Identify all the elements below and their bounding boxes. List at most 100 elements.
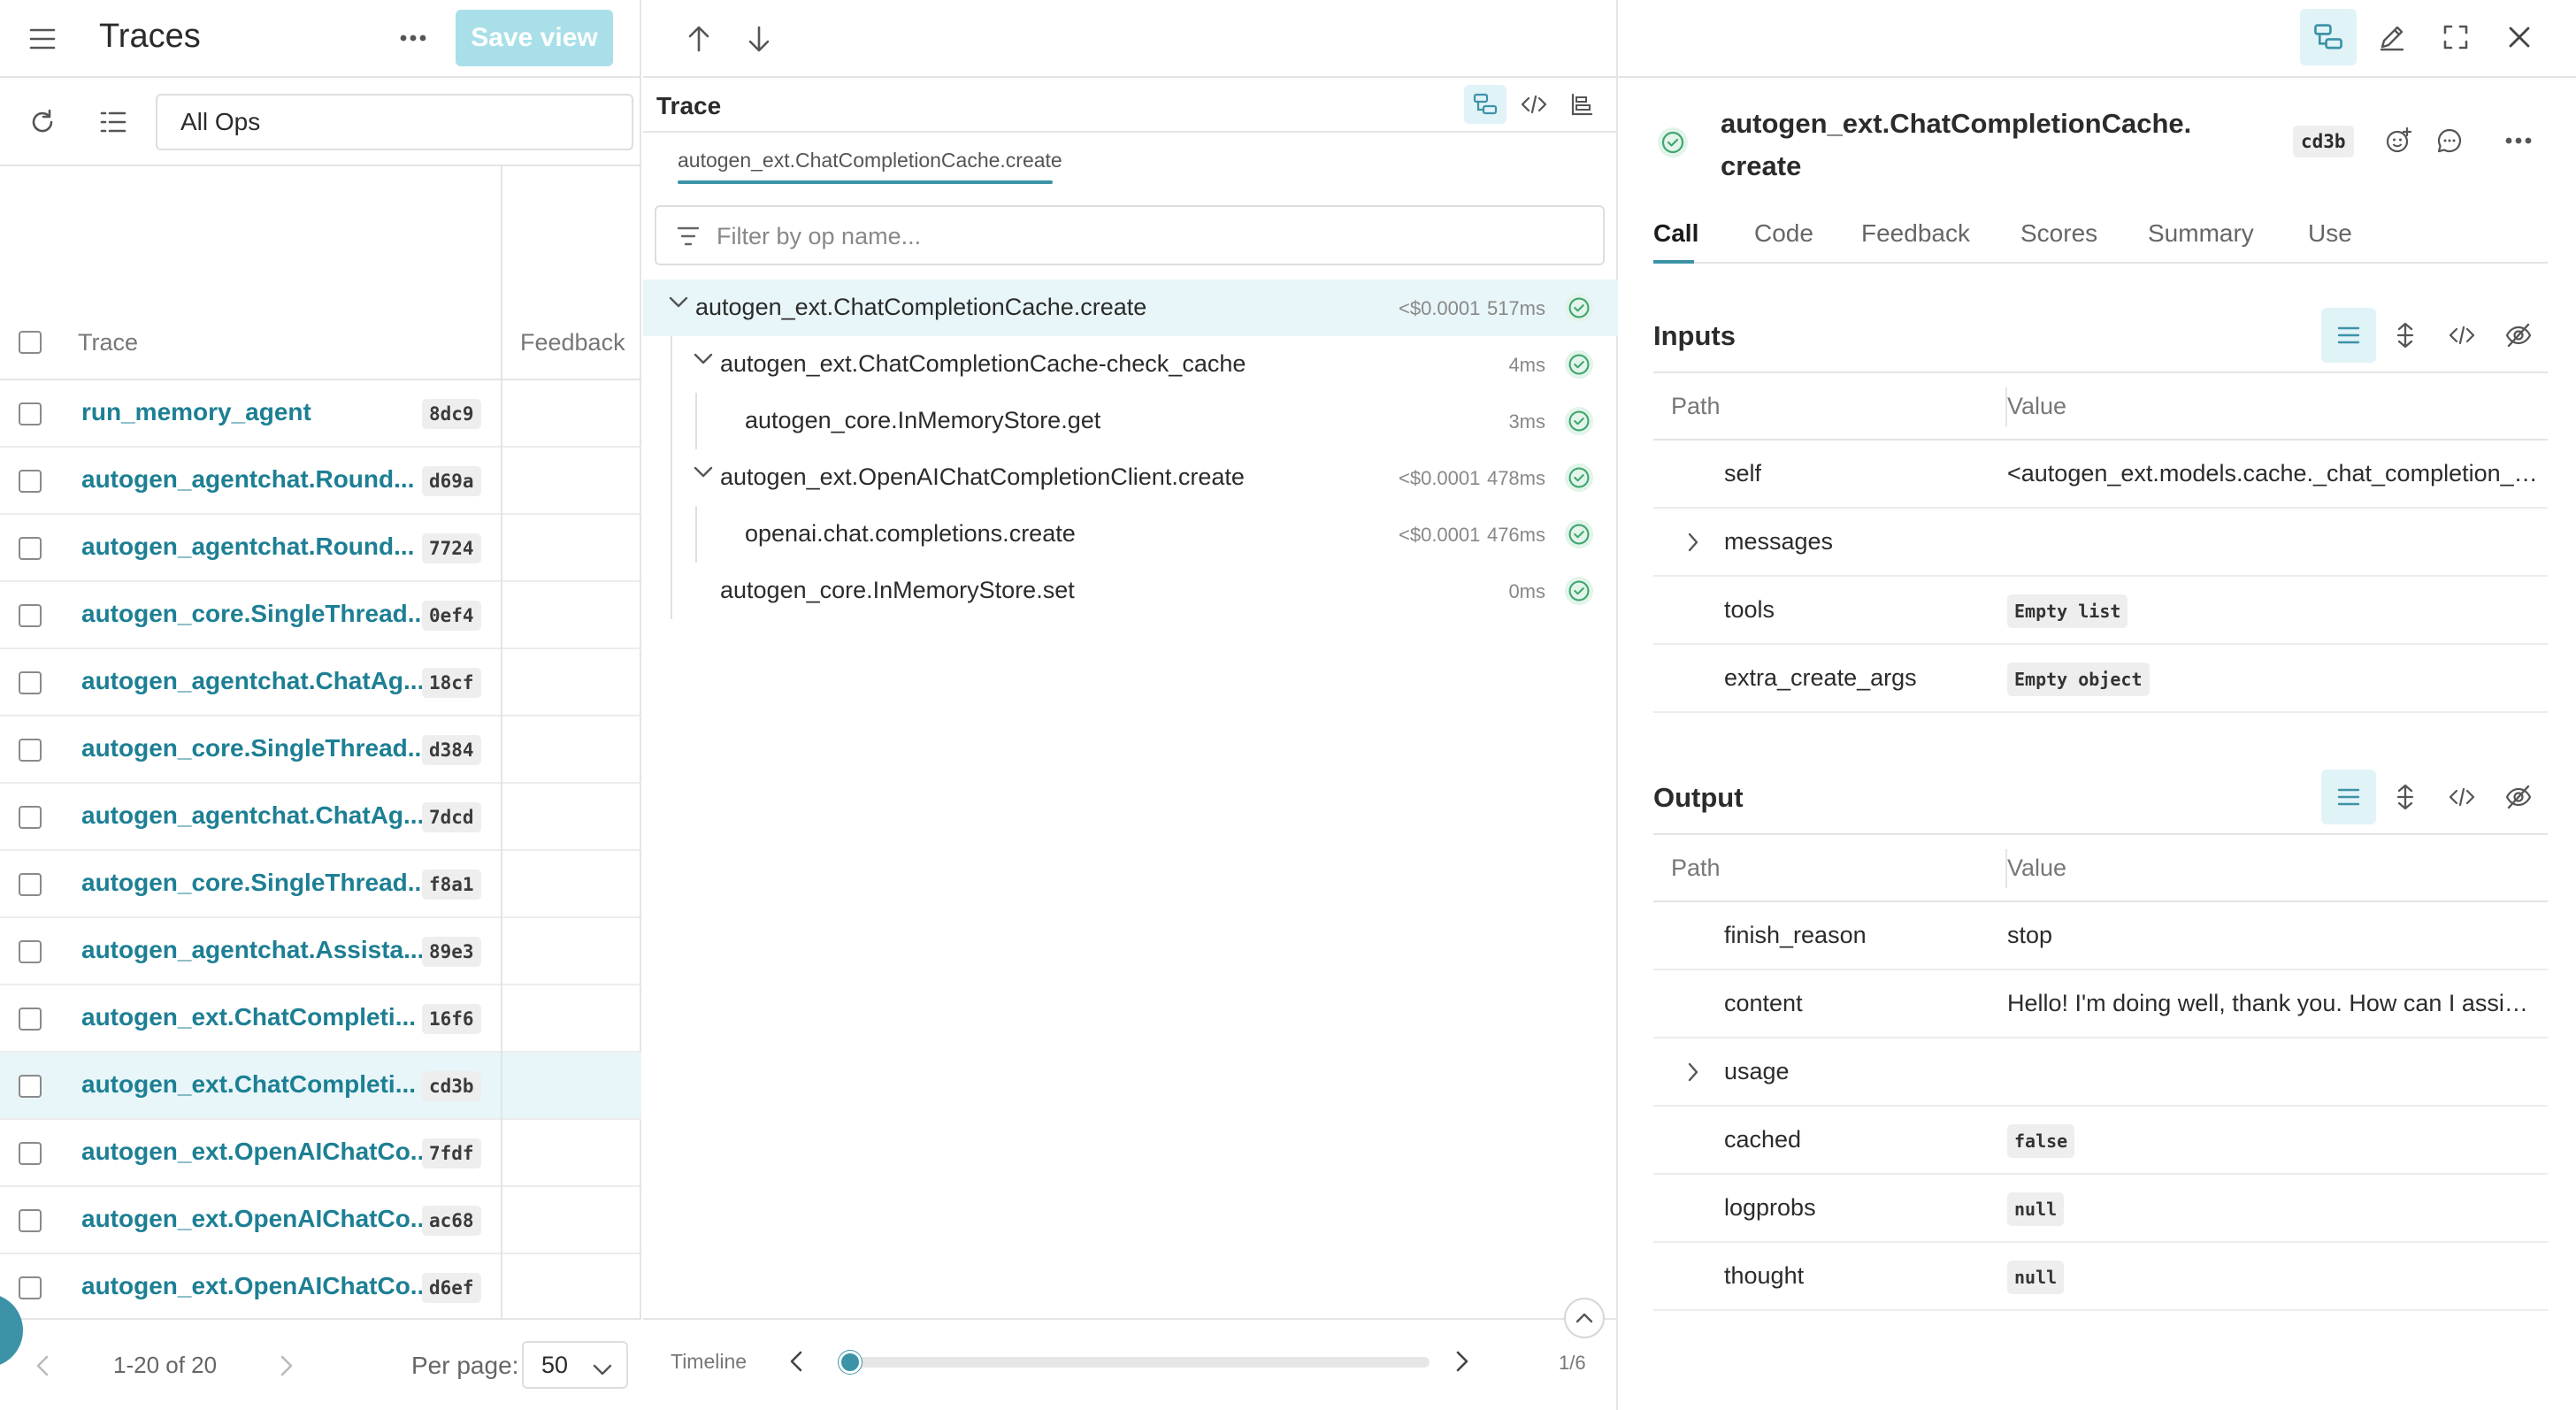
code-view-icon[interactable] xyxy=(2434,770,2489,824)
trace-name-link[interactable]: autogen_ext.OpenAIChatCo... xyxy=(81,1138,431,1166)
trace-id-badge[interactable]: 0ef4 xyxy=(422,601,481,631)
trace-tree-node[interactable]: autogen_ext.ChatCompletionCache.create <$… xyxy=(643,280,1618,336)
trace-name-link[interactable]: autogen_agentchat.Assista... xyxy=(81,936,424,964)
row-checkbox[interactable] xyxy=(19,1142,42,1165)
save-view-button[interactable]: Save view xyxy=(456,10,613,66)
close-icon[interactable] xyxy=(2491,9,2548,65)
row-checkbox[interactable] xyxy=(19,1075,42,1098)
row-checkbox[interactable] xyxy=(19,671,42,694)
inputs-row-messages[interactable]: messages xyxy=(1653,509,2548,577)
tab-summary[interactable]: Summary xyxy=(2148,219,2254,248)
output-row-usage[interactable]: usage xyxy=(1653,1038,2548,1107)
trace-name-link[interactable]: autogen_ext.OpenAIChatCo... xyxy=(81,1272,431,1300)
tree-view-icon[interactable] xyxy=(1464,85,1506,124)
comment-icon[interactable] xyxy=(2433,124,2466,157)
call-id-badge[interactable]: cd3b xyxy=(2293,126,2354,157)
row-checkbox[interactable] xyxy=(19,739,42,762)
more-options-icon[interactable] xyxy=(2502,127,2535,154)
trace-id-badge[interactable]: 16f6 xyxy=(422,1004,481,1034)
tree-view-icon[interactable] xyxy=(2300,9,2357,65)
tab-scores[interactable]: Scores xyxy=(2020,219,2097,248)
trace-name-link[interactable]: autogen_agentchat.ChatAg... xyxy=(81,667,424,695)
trace-name-link[interactable]: autogen_ext.ChatCompleti... xyxy=(81,1070,416,1099)
chevron-right-icon[interactable] xyxy=(1455,1350,1469,1373)
arrow-down-icon[interactable] xyxy=(741,21,777,57)
trace-id-badge[interactable]: ac68 xyxy=(422,1206,481,1236)
chevron-up-icon[interactable] xyxy=(1564,1298,1605,1338)
hide-eye-icon[interactable] xyxy=(2491,308,2546,363)
table-row[interactable]: autogen_core.SingleThread... 0ef4 xyxy=(0,582,641,649)
trace-tree-node[interactable]: autogen_core.InMemoryStore.set 0ms xyxy=(643,563,1618,619)
select-all-checkbox[interactable] xyxy=(19,331,42,354)
table-row[interactable]: autogen_core.SingleThread... d384 xyxy=(0,716,641,784)
trace-id-badge[interactable]: d6ef xyxy=(422,1273,481,1303)
row-checkbox[interactable] xyxy=(19,470,42,493)
trace-id-badge[interactable]: f8a1 xyxy=(422,870,481,900)
trace-id-badge[interactable]: cd3b xyxy=(422,1071,481,1101)
trace-tree-node[interactable]: autogen_core.InMemoryStore.get 3ms xyxy=(643,393,1618,449)
chevron-right-icon[interactable] xyxy=(274,1353,299,1378)
table-row[interactable]: autogen_agentchat.Round... d69a xyxy=(0,448,641,515)
trace-id-badge[interactable]: d69a xyxy=(422,466,481,496)
per-page-select[interactable]: 50 xyxy=(522,1341,628,1389)
ops-filter-select[interactable]: All Ops xyxy=(156,94,633,150)
table-row[interactable]: run_memory_agent 8dc9 xyxy=(0,380,641,448)
row-checkbox[interactable] xyxy=(19,1008,42,1031)
arrow-up-icon[interactable] xyxy=(681,21,717,57)
trace-tree-node[interactable]: autogen_ext.OpenAIChatCompletionClient.c… xyxy=(643,449,1618,506)
tab-feedback[interactable]: Feedback xyxy=(1861,219,1970,248)
timeline-view-icon[interactable] xyxy=(1560,85,1603,124)
list-view-icon[interactable] xyxy=(2321,308,2376,363)
trace-name-link[interactable]: autogen_agentchat.Round... xyxy=(81,533,414,561)
trace-name-link[interactable]: autogen_core.SingleThread... xyxy=(81,600,428,628)
code-view-icon[interactable] xyxy=(1513,85,1555,124)
trace-breadcrumb[interactable]: autogen_ext.ChatCompletionCache.create xyxy=(678,149,1062,172)
list-view-icon[interactable] xyxy=(2321,770,2376,824)
tab-code[interactable]: Code xyxy=(1754,219,1813,248)
chevron-down-icon[interactable] xyxy=(694,353,713,370)
trace-id-badge[interactable]: 89e3 xyxy=(422,937,481,967)
op-name-filter[interactable]: Filter by op name... xyxy=(655,205,1605,265)
trace-id-badge[interactable]: 7724 xyxy=(422,533,481,563)
row-checkbox[interactable] xyxy=(19,537,42,560)
chevron-left-icon[interactable] xyxy=(789,1350,803,1373)
table-row[interactable]: autogen_ext.OpenAIChatCo... ac68 xyxy=(0,1187,641,1254)
row-checkbox[interactable] xyxy=(19,1209,42,1232)
row-checkbox[interactable] xyxy=(19,1276,42,1299)
trace-tree-node[interactable]: openai.chat.completions.create <$0.0001 47… xyxy=(643,506,1618,563)
table-row[interactable]: autogen_agentchat.ChatAg... 7dcd xyxy=(0,784,641,851)
chevron-right-icon[interactable] xyxy=(1687,1061,1699,1087)
trace-name-link[interactable]: autogen_core.SingleThread... xyxy=(81,734,428,762)
row-checkbox[interactable] xyxy=(19,873,42,896)
table-row[interactable]: autogen_core.SingleThread... f8a1 xyxy=(0,851,641,918)
chevron-down-icon[interactable] xyxy=(694,466,713,483)
trace-tree-node[interactable]: autogen_ext.ChatCompletionCache-check_ca… xyxy=(643,336,1618,393)
table-row[interactable]: autogen_agentchat.Round... 7724 xyxy=(0,515,641,582)
trace-name-link[interactable]: autogen_ext.OpenAIChatCo... xyxy=(81,1205,431,1233)
trace-id-badge[interactable]: 8dc9 xyxy=(422,399,481,429)
trace-name-link[interactable]: autogen_ext.ChatCompleti... xyxy=(81,1003,416,1031)
tab-call[interactable]: Call xyxy=(1653,219,1698,248)
add-reaction-icon[interactable] xyxy=(2381,124,2415,157)
trace-name-link[interactable]: autogen_core.SingleThread... xyxy=(81,869,428,897)
chevron-left-icon[interactable] xyxy=(30,1353,55,1378)
table-row[interactable]: autogen_ext.OpenAIChatCo... d6ef xyxy=(0,1254,641,1322)
row-checkbox[interactable] xyxy=(19,806,42,829)
code-view-icon[interactable] xyxy=(2434,308,2489,363)
chevron-down-icon[interactable] xyxy=(669,296,688,313)
trace-name-link[interactable]: autogen_agentchat.Round... xyxy=(81,465,414,494)
fullscreen-icon[interactable] xyxy=(2427,9,2484,65)
edit-pencil-icon[interactable] xyxy=(2364,9,2420,65)
column-manager-icon[interactable] xyxy=(96,104,131,140)
trace-name-link[interactable]: autogen_agentchat.ChatAg... xyxy=(81,801,424,830)
tab-use[interactable]: Use xyxy=(2308,219,2352,248)
table-row[interactable]: autogen_agentchat.Assista... 89e3 xyxy=(0,918,641,985)
more-options-icon[interactable] xyxy=(395,21,432,55)
trace-id-badge[interactable]: d384 xyxy=(422,735,481,765)
row-checkbox[interactable] xyxy=(19,940,42,963)
table-row[interactable]: autogen_agentchat.ChatAg... 18cf xyxy=(0,649,641,716)
trace-name-link[interactable]: run_memory_agent xyxy=(81,398,311,426)
hide-eye-icon[interactable] xyxy=(2491,770,2546,824)
row-checkbox[interactable] xyxy=(19,402,42,425)
table-row[interactable]: autogen_ext.ChatCompleti... 16f6 xyxy=(0,985,641,1053)
